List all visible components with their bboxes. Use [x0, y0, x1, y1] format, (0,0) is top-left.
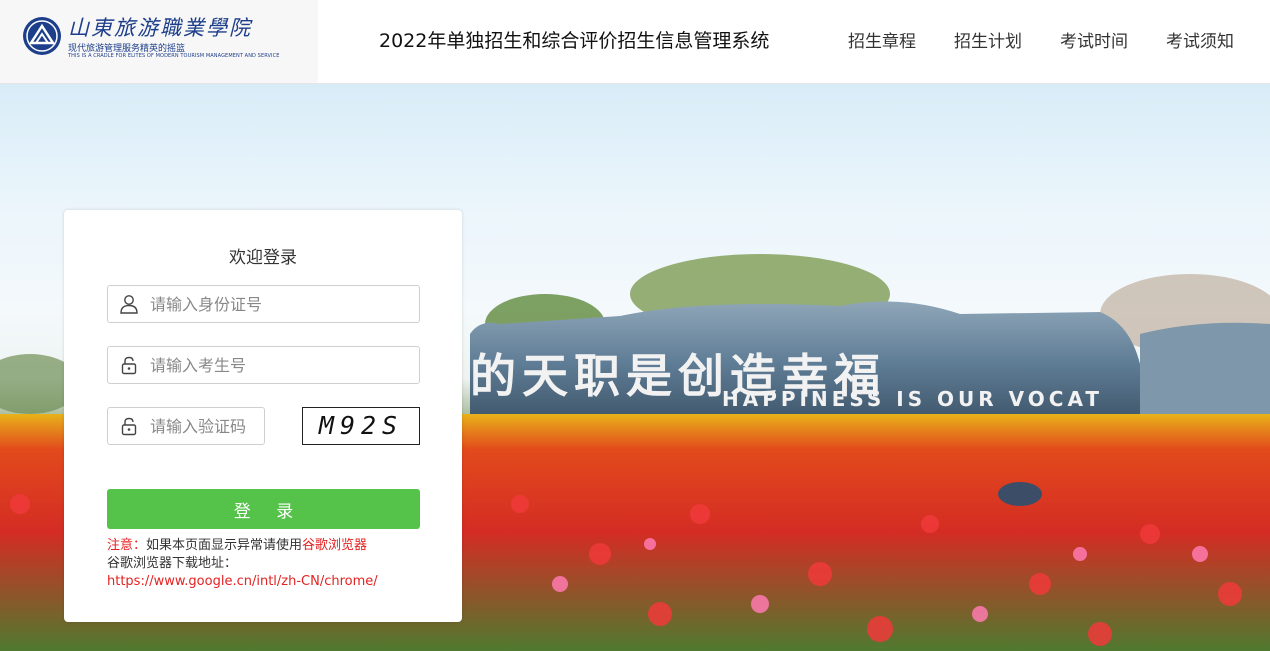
lock-icon	[121, 356, 137, 375]
browser-notice: 注意：如果本页面显示异常请使用谷歌浏览器 谷歌浏览器下载地址： https://…	[107, 537, 437, 591]
nav-exam-notice[interactable]: 考试须知	[1166, 27, 1234, 52]
exam-number-input[interactable]	[150, 347, 405, 383]
captcha-image[interactable]: M92S	[302, 407, 420, 445]
hero-banner: 的天职是创造幸福 HAPPINESS IS OUR VOCAT 欢迎登录 请输入…	[0, 84, 1270, 651]
chrome-download-link[interactable]: https://www.google.cn/intl/zh-CN/chrome/	[107, 574, 378, 589]
captcha-input[interactable]	[150, 408, 260, 444]
login-card: 欢迎登录 M92S 登 录	[64, 210, 462, 622]
exam-number-field[interactable]	[107, 346, 420, 384]
lock-icon	[121, 417, 137, 436]
login-button[interactable]: 登 录	[107, 489, 420, 529]
user-icon	[120, 295, 138, 314]
notice-prefix: 注意：	[107, 538, 147, 553]
logo-english-slogan: THIS IS A CRADLE FOR ELITES OF MODERN TO…	[68, 53, 280, 59]
login-title: 欢迎登录	[229, 248, 297, 268]
logo-chinese-name: 山東旅游職業學院	[68, 16, 252, 40]
id-number-field[interactable]	[107, 285, 420, 323]
header: 山東旅游職業學院 现代旅游管理服务精英的摇篮 THIS IS A CRADLE …	[0, 0, 1270, 84]
top-nav: 招生章程 招生计划 考试时间 考试须知	[848, 27, 1234, 52]
system-title: 2022年单独招生和综合评价招生信息管理系统	[379, 30, 770, 52]
nav-admission-plan[interactable]: 招生计划	[954, 27, 1022, 52]
download-label: 谷歌浏览器下载地址：	[107, 556, 238, 571]
captcha-field[interactable]	[107, 407, 265, 445]
rock-english-slogan: HAPPINESS IS OUR VOCAT	[722, 387, 1103, 411]
id-number-input[interactable]	[150, 286, 405, 322]
notice-text: 如果本页面显示异常请使用	[146, 538, 303, 553]
nav-exam-time[interactable]: 考试时间	[1060, 27, 1128, 52]
nav-admission-rules[interactable]: 招生章程	[848, 27, 916, 52]
school-logo[interactable]: 山東旅游職業學院 现代旅游管理服务精英的摇篮 THIS IS A CRADLE …	[0, 0, 318, 83]
school-emblem-icon	[23, 17, 61, 55]
notice-browser-name: 谷歌浏览器	[302, 538, 368, 553]
